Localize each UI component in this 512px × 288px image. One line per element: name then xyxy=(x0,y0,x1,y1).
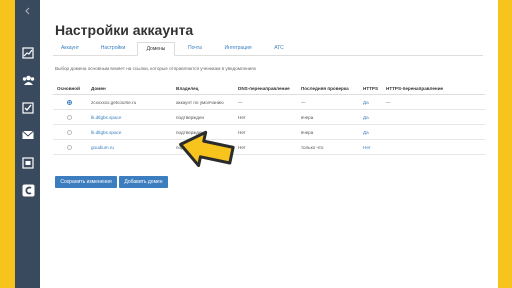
domain-link[interactable]: lk.dtlgbs.space xyxy=(91,130,121,135)
main-panel: Настройки аккаунта Аккаунт Настройки Дом… xyxy=(40,0,498,288)
https-cell: Да xyxy=(359,124,382,140)
pointer-arrow-icon xyxy=(179,130,235,168)
header-owner: Владелец xyxy=(172,82,234,95)
primary-radio[interactable] xyxy=(67,144,72,150)
domains-table: Основной Домен Владелец DNS-перенаправле… xyxy=(53,82,485,155)
mail-icon[interactable] xyxy=(21,128,35,142)
https-redirect-cell xyxy=(382,139,485,155)
header-dns: DNS-перенаправление xyxy=(234,82,297,95)
domain-link[interactable]: lk.dtlgbs.space xyxy=(91,115,121,120)
dns-cell: Нет xyxy=(234,139,297,155)
tab-settings[interactable]: Настройки xyxy=(93,42,133,54)
primary-radio[interactable] xyxy=(67,114,72,120)
video-icon[interactable] xyxy=(21,156,35,170)
header-domain: Домен xyxy=(87,82,172,95)
tab-account[interactable]: Аккаунт xyxy=(53,42,87,54)
tab-domains[interactable]: Домены xyxy=(137,42,175,56)
checked-cell: — xyxy=(297,94,359,110)
domain-link[interactable]: goudium.ru xyxy=(91,145,114,150)
chart-icon[interactable] xyxy=(21,46,35,60)
page-title: Настройки аккаунта xyxy=(55,22,194,38)
https-cell: Да xyxy=(359,109,382,125)
https-redirect-cell xyxy=(382,109,485,125)
add-domain-button[interactable]: Добавить домен xyxy=(119,176,168,188)
tasks-icon[interactable] xyxy=(21,101,35,115)
dns-cell: Нет xyxy=(234,109,297,125)
header-last-check: Последняя проверка xyxy=(297,82,359,95)
table-row: lk.dtlgbs.space подтвержден Нет вчера Да xyxy=(53,124,485,140)
tab-integration[interactable]: Интеграция xyxy=(215,42,261,54)
table-header-row: Основной Домен Владелец DNS-перенаправле… xyxy=(53,82,485,95)
https-cell: Да xyxy=(359,94,382,110)
domain-hint-text: Выбор домена основным влияет на ссылки, … xyxy=(55,66,257,71)
users-icon[interactable] xyxy=(21,73,35,87)
primary-radio[interactable] xyxy=(67,129,72,135)
dns-cell: — xyxy=(234,94,297,110)
checked-cell: вчера xyxy=(297,124,359,140)
https-redirect-cell xyxy=(382,124,485,140)
save-changes-button[interactable]: Сохранить изменения xyxy=(55,176,117,188)
owner-cell: аккаунт по умолчанию xyxy=(172,94,234,110)
checked-cell: только что xyxy=(297,139,359,155)
table-row: goudium.ru подтвержден Нет только что Не… xyxy=(53,139,485,155)
tab-mail[interactable]: Почта xyxy=(181,42,209,54)
owner-cell: подтвержден xyxy=(172,109,234,125)
checked-cell: вчера xyxy=(297,109,359,125)
dns-cell: Нет xyxy=(234,124,297,140)
getcourse-logo-icon[interactable] xyxy=(21,183,35,197)
collapse-icon[interactable] xyxy=(21,4,35,18)
table-row: lk.dtlgbs.space подтвержден Нет вчера Да xyxy=(53,109,485,125)
sidebar xyxy=(15,0,40,288)
domain-cell: zcxxxxxx.getcourse.ru xyxy=(87,94,172,110)
https-redirect-cell: — xyxy=(382,94,485,110)
table-row: zcxxxxxx.getcourse.ru аккаунт по умолчан… xyxy=(53,94,485,110)
tab-ats[interactable]: АТС xyxy=(267,42,291,54)
header-https: HTTPS xyxy=(359,82,382,95)
tabs-bar: Аккаунт Настройки Домены Почта Интеграци… xyxy=(53,42,483,56)
header-https-redirect: HTTPS-перенаправление xyxy=(382,82,485,95)
primary-radio[interactable] xyxy=(67,99,72,105)
header-primary: Основной xyxy=(53,82,87,95)
https-cell: Нет xyxy=(359,139,382,155)
